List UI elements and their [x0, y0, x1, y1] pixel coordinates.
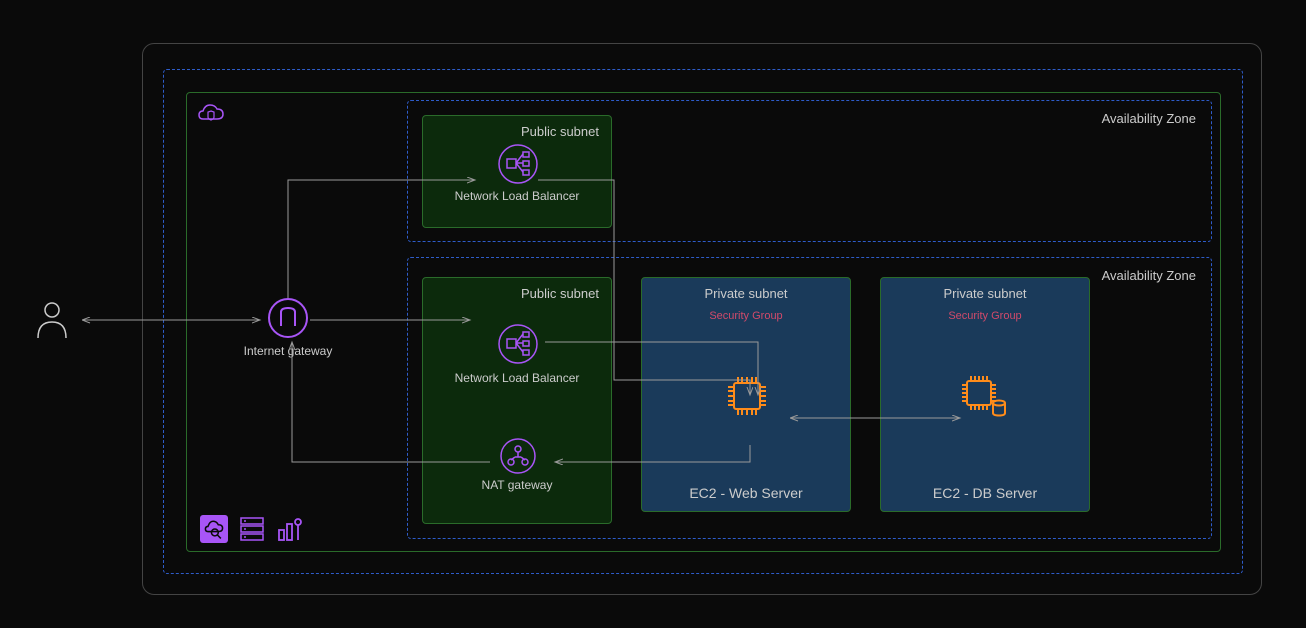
- az-1-label: Availability Zone: [1102, 111, 1196, 126]
- private-subnet-web-label: Private subnet: [642, 286, 850, 301]
- vpc-icon: [197, 101, 225, 129]
- az-1-box: Availability Zone Public subnet: [407, 100, 1212, 242]
- nat-gateway-icon: [500, 438, 536, 474]
- internet-gateway-icon: [268, 298, 308, 338]
- public-subnet-1: Public subnet Network Load Balancer: [422, 115, 612, 228]
- internet-gateway-label: Internet gateway: [238, 344, 338, 358]
- private-subnet-db: Private subnet Security Group: [880, 277, 1090, 512]
- private-subnet-db-label: Private subnet: [881, 286, 1089, 301]
- user-icon: [34, 300, 70, 340]
- nlb-1-label: Network Load Balancer: [423, 189, 611, 203]
- public-subnet-2-label: Public subnet: [521, 286, 599, 301]
- vpc-box: Availability Zone Public subnet: [186, 92, 1221, 552]
- sg-db-label: Security Group: [881, 310, 1089, 322]
- servers-icon: [238, 515, 266, 543]
- ec2-web-label: EC2 - Web Server: [642, 485, 850, 501]
- az-2-box: Availability Zone Public subnet: [407, 257, 1212, 539]
- ec2-db-label: EC2 - DB Server: [881, 485, 1089, 501]
- ec2-db-icon: [959, 373, 1009, 419]
- region-box: Availability Zone Public subnet: [163, 69, 1243, 574]
- cloud-search-icon: [200, 515, 228, 543]
- public-subnet-2: Public subnet Network Load Balancer: [422, 277, 612, 524]
- public-subnet-1-label: Public subnet: [521, 124, 599, 139]
- private-subnet-web: Private subnet Security Group EC2 - Web …: [641, 277, 851, 512]
- ec2-web-icon: [724, 373, 770, 419]
- outer-container: Availability Zone Public subnet: [142, 43, 1262, 595]
- load-balancer-icon-1: [498, 144, 538, 184]
- nat-gateway-label: NAT gateway: [423, 478, 611, 492]
- nlb-2-label: Network Load Balancer: [423, 371, 611, 385]
- sg-web-label: Security Group: [642, 310, 850, 322]
- load-balancer-icon-2: [498, 324, 538, 364]
- bottom-icons-group: [200, 515, 304, 543]
- bar-chart-icon: [276, 515, 304, 543]
- az-2-label: Availability Zone: [1102, 268, 1196, 283]
